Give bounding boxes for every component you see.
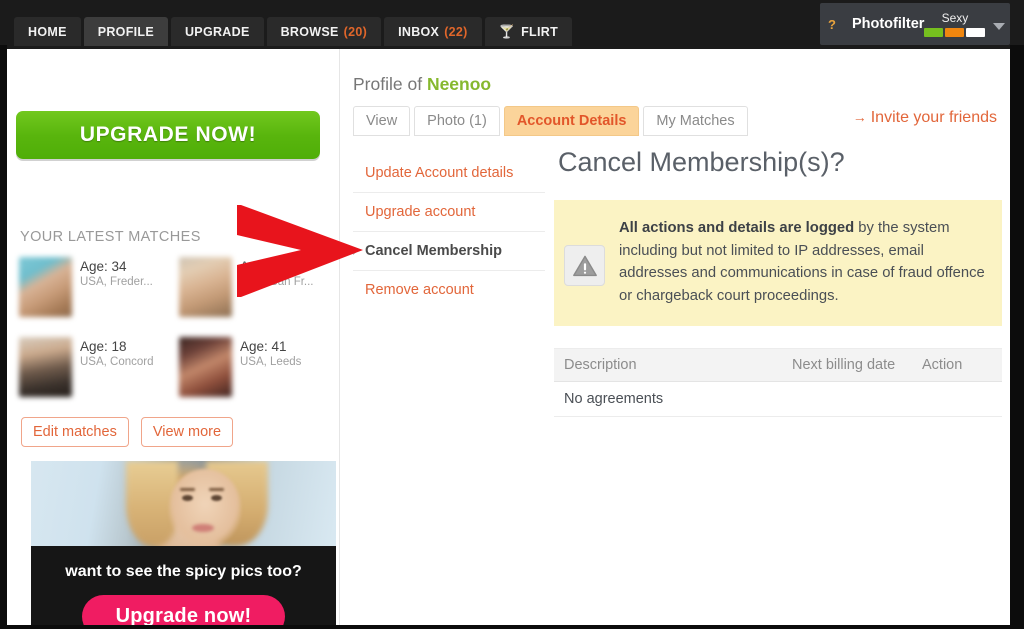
profile-subtabs: View Photo (1) Account Details My Matche…: [353, 106, 748, 136]
agreements-table: Description Next billing date Action No …: [554, 348, 1002, 417]
match-details: Age: 34 USA, Freder...: [80, 257, 153, 319]
account-menu-cancel-membership[interactable]: Cancel Membership: [353, 232, 545, 271]
nav-tab-inbox[interactable]: INBOX (22): [384, 17, 482, 46]
table-header-row: Description Next billing date Action: [554, 348, 1002, 382]
match-location: USA, Leeds: [240, 356, 302, 368]
match-details: Age: 18 USA, Concord: [80, 337, 154, 399]
nav-tab-home[interactable]: HOME: [14, 17, 81, 46]
cocktail-glass-icon: 🍸: [498, 23, 516, 39]
nav-tab-browse[interactable]: BROWSE (20): [266, 17, 382, 46]
main-nav-tabs: HOME PROFILE UPGRADE BROWSE (20) INBOX (…: [14, 17, 573, 46]
left-sidebar: UPGRADE NOW! YOUR LATEST MATCHES Age: 34…: [7, 49, 340, 629]
profile-username: Neenoo: [426, 74, 492, 94]
photofilter-mode-label: Sexy: [941, 10, 969, 25]
match-age: Age: 41: [240, 339, 287, 354]
account-menu-remove-account[interactable]: Remove account: [353, 271, 545, 309]
match-card[interactable]: Age: 30 USA, San Fr...: [179, 257, 339, 319]
photofilter-swatches: [924, 27, 986, 37]
nav-tab-browse-count: (20): [343, 24, 368, 39]
match-details: Age: 30 USA, San Fr...: [240, 257, 314, 319]
nav-tab-upgrade[interactable]: UPGRADE: [170, 17, 264, 46]
photofilter-mode-group[interactable]: Sexy: [924, 10, 986, 37]
column-header-description: Description: [554, 348, 782, 382]
tab-my-matches[interactable]: My Matches: [643, 106, 748, 136]
page-root: HOME PROFILE UPGRADE BROWSE (20) INBOX (…: [0, 0, 1024, 629]
nav-tab-inbox-count: (22): [444, 24, 468, 39]
table-row: No agreements: [554, 381, 1002, 417]
match-avatar[interactable]: [19, 257, 72, 317]
swatch-green: [924, 27, 944, 37]
chevron-down-icon[interactable]: [993, 22, 1006, 30]
latest-matches-grid: Age: 34 USA, Freder... Age: 30 USA, San …: [19, 257, 339, 399]
promo-photo: [31, 461, 336, 546]
swatch-white: [966, 27, 986, 37]
promo-body: want to see the spicy pics too? Upgrade …: [31, 546, 336, 629]
page-title-prefix: Profile of: [353, 74, 427, 94]
top-navigation-bar: HOME PROFILE UPGRADE BROWSE (20) INBOX (…: [0, 0, 1024, 49]
account-menu-upgrade-account[interactable]: Upgrade account: [353, 193, 545, 232]
match-age: Age: 30: [240, 259, 287, 274]
agreements-table-body: No agreements: [554, 381, 1002, 417]
match-avatar[interactable]: [179, 337, 232, 397]
column-header-next-billing-date: Next billing date: [782, 348, 912, 382]
match-details: Age: 41 USA, Leeds: [240, 337, 301, 399]
agreements-table-head: Description Next billing date Action: [554, 348, 1002, 382]
promo-headline: want to see the spicy pics too?: [65, 563, 302, 580]
nav-tab-inbox-label: INBOX: [398, 24, 440, 39]
nav-tab-home-label: HOME: [28, 24, 67, 39]
warning-triangle-icon: [564, 245, 605, 286]
page-body: UPGRADE NOW! YOUR LATEST MATCHES Age: 34…: [7, 49, 1010, 629]
nav-tab-profile[interactable]: PROFILE: [83, 17, 168, 46]
page-right-edge: [1010, 45, 1024, 629]
nav-tab-upgrade-label: UPGRADE: [184, 24, 250, 39]
upgrade-now-button[interactable]: UPGRADE NOW!: [16, 111, 320, 159]
help-icon[interactable]: ?: [828, 17, 836, 32]
swatch-orange: [945, 27, 965, 37]
upgrade-now-label: UPGRADE NOW!: [79, 123, 257, 146]
logging-notice-text: All actions and details are logged by th…: [619, 217, 986, 307]
upgrade-promo-banner[interactable]: want to see the spicy pics too? Upgrade …: [31, 461, 336, 629]
tab-photo[interactable]: Photo (1): [414, 106, 500, 136]
matches-actions: Edit matches View more: [21, 417, 234, 447]
photofilter-title: Photofilter: [851, 16, 925, 32]
nav-tab-profile-label: PROFILE: [97, 24, 154, 39]
tab-account-details[interactable]: Account Details: [503, 106, 640, 136]
cell-description: No agreements: [554, 381, 782, 417]
latest-matches-heading: YOUR LATEST MATCHES: [20, 229, 201, 245]
cell-next-billing-date: [782, 381, 912, 417]
invite-friends-label: Invite your friends: [870, 109, 997, 126]
arrow-right-icon: →: [852, 109, 867, 125]
account-menu-update-details[interactable]: Update Account details: [353, 154, 545, 193]
match-card[interactable]: Age: 34 USA, Freder...: [19, 257, 179, 319]
cancel-membership-panel: Cancel Membership(s)? All actions and de…: [554, 147, 1002, 417]
account-menu: Update Account details Upgrade account C…: [353, 154, 545, 309]
match-location: USA, Concord: [80, 356, 154, 368]
panel-title: Cancel Membership(s)?: [558, 147, 845, 177]
match-location: USA, San Fr...: [240, 276, 314, 288]
match-avatar[interactable]: [19, 337, 72, 397]
page-title: Profile of Neenoo: [353, 74, 491, 95]
tab-view[interactable]: View: [353, 106, 411, 136]
match-avatar[interactable]: [179, 257, 232, 317]
page-bottom-edge: [0, 625, 1024, 629]
photofilter-panel[interactable]: ? Photofilter Sexy: [820, 3, 1010, 45]
cell-action: [912, 381, 1002, 417]
logging-notice-bold: All actions and details are logged: [619, 220, 855, 236]
view-more-button[interactable]: View more: [140, 417, 234, 447]
edit-matches-button[interactable]: Edit matches: [21, 417, 129, 447]
match-location: USA, Freder...: [80, 276, 153, 288]
nav-tab-flirt[interactable]: 🍸 FLIRT: [484, 17, 573, 46]
page-left-edge: [0, 45, 7, 629]
logging-notice: All actions and details are logged by th…: [554, 200, 1002, 326]
nav-tab-flirt-label: FLIRT: [521, 24, 559, 39]
invite-friends-link[interactable]: → Invite your friends: [853, 109, 997, 127]
match-card[interactable]: Age: 18 USA, Concord: [19, 337, 179, 399]
nav-tab-browse-label: BROWSE: [280, 24, 339, 39]
match-card[interactable]: Age: 41 USA, Leeds: [179, 337, 339, 399]
match-age: Age: 34: [80, 259, 127, 274]
main-content: Profile of Neenoo View Photo (1) Account…: [341, 49, 1010, 629]
promo-upgrade-button[interactable]: Upgrade now!: [81, 595, 286, 629]
column-header-action: Action: [912, 348, 1002, 382]
match-age: Age: 18: [80, 339, 127, 354]
